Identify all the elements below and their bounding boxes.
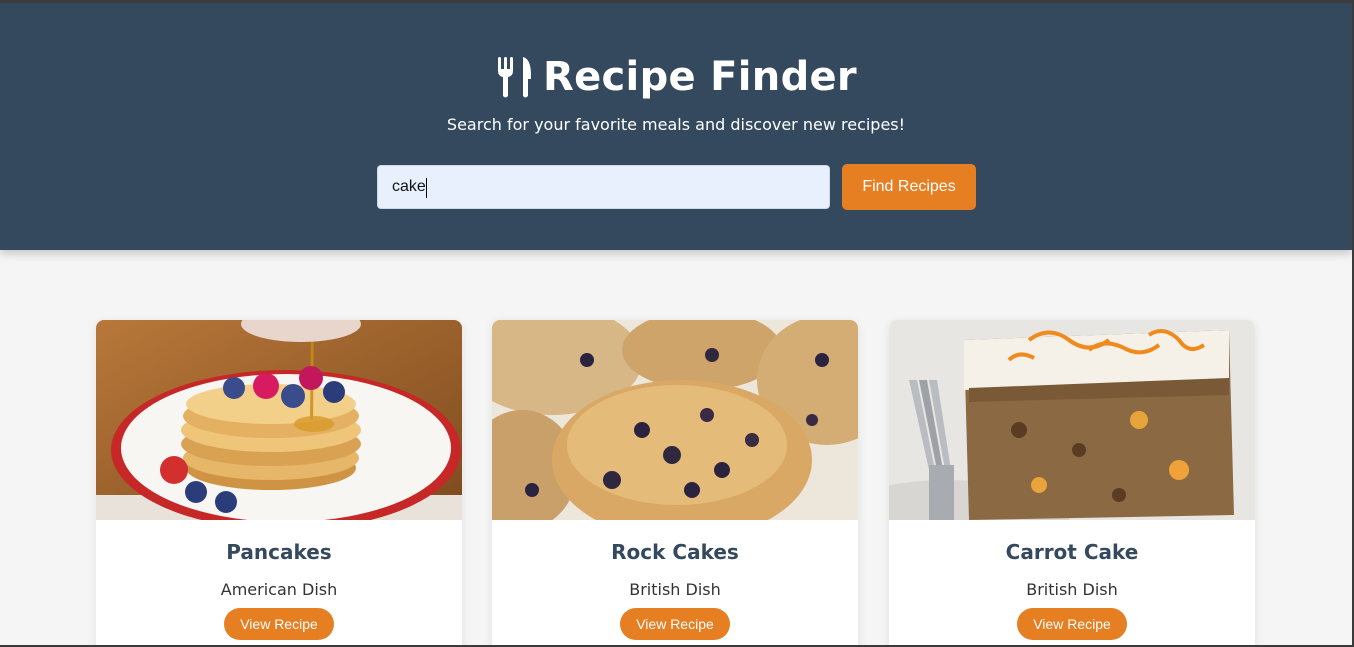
- page-subtitle: Search for your favorite meals and disco…: [446, 115, 906, 134]
- find-recipes-button[interactable]: Find Recipes: [842, 164, 976, 210]
- recipe-name: Rock Cakes: [611, 540, 739, 564]
- rock-cakes-photo: [492, 320, 858, 520]
- carrot-cake-photo: [889, 320, 1255, 520]
- page-title: Recipe Finder: [543, 54, 857, 100]
- header: Recipe Finder Search for your favorite m…: [0, 3, 1352, 250]
- recipe-area: British Dish: [1026, 580, 1118, 599]
- pancakes-photo: [96, 320, 462, 520]
- text-caret: [426, 178, 427, 198]
- view-recipe-button[interactable]: View Recipe: [620, 608, 730, 640]
- title-row: Recipe Finder: [0, 53, 1352, 101]
- utensils-icon: [495, 55, 535, 99]
- app-window: Recipe Finder Search for your favorite m…: [0, 0, 1354, 647]
- recipe-card: Rock Cakes British Dish View Recipe: [492, 320, 858, 645]
- view-recipe-button[interactable]: View Recipe: [1017, 608, 1127, 640]
- recipe-area: British Dish: [629, 580, 721, 599]
- recipe-card: Pancakes American Dish View Recipe: [96, 320, 462, 645]
- recipe-name: Carrot Cake: [1005, 540, 1139, 564]
- recipe-card: Carrot Cake British Dish View Recipe: [889, 320, 1255, 645]
- view-recipe-button[interactable]: View Recipe: [224, 608, 334, 640]
- recipe-area: American Dish: [220, 580, 338, 599]
- recipe-name: Pancakes: [226, 540, 332, 564]
- search-input[interactable]: [377, 165, 830, 209]
